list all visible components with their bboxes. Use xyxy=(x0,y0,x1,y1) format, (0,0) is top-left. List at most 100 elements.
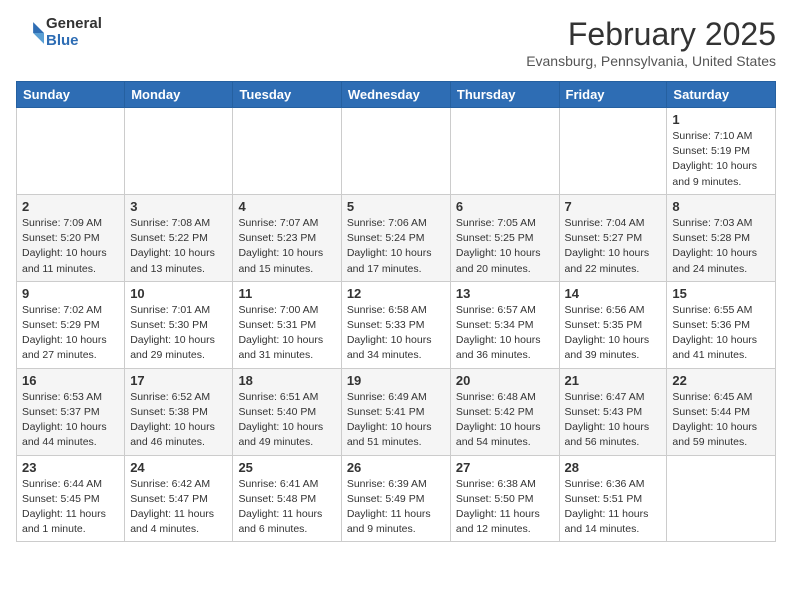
day-info: Sunrise: 7:01 AM Sunset: 5:30 PM Dayligh… xyxy=(130,304,215,362)
day-info: Sunrise: 6:49 AM Sunset: 5:41 PM Dayligh… xyxy=(347,391,432,449)
calendar-week-row: 2Sunrise: 7:09 AM Sunset: 5:20 PM Daylig… xyxy=(17,194,776,281)
day-info: Sunrise: 7:06 AM Sunset: 5:24 PM Dayligh… xyxy=(347,217,432,275)
calendar-header-row: SundayMondayTuesdayWednesdayThursdayFrid… xyxy=(17,82,776,108)
day-info: Sunrise: 6:45 AM Sunset: 5:44 PM Dayligh… xyxy=(672,391,757,449)
calendar-week-row: 1 Sunrise: 7:10 AM Sunset: 5:19 PM Daylig… xyxy=(17,108,776,195)
calendar-cell: 7Sunrise: 7:04 AM Sunset: 5:27 PM Daylig… xyxy=(559,194,667,281)
calendar-table: SundayMondayTuesdayWednesdayThursdayFrid… xyxy=(16,81,776,542)
day-number: 15 xyxy=(672,286,770,301)
day-info: Sunrise: 7:07 AM Sunset: 5:23 PM Dayligh… xyxy=(238,217,323,275)
day-info: Sunrise: 6:47 AM Sunset: 5:43 PM Dayligh… xyxy=(565,391,650,449)
day-number: 7 xyxy=(565,199,662,214)
calendar-cell: 15 Sunrise: 6:55 AM Sunset: 5:36 PM Dayli… xyxy=(667,281,776,368)
calendar-cell: 11 Sunrise: 7:00 AM Sunset: 5:31 PM Dayli… xyxy=(233,281,341,368)
calendar-cell xyxy=(559,108,667,195)
day-info: Sunrise: 6:56 AM Sunset: 5:35 PM Dayligh… xyxy=(565,304,650,362)
day-info: Sunrise: 7:03 AM Sunset: 5:28 PM Dayligh… xyxy=(672,217,757,275)
day-info: Sunrise: 7:08 AM Sunset: 5:22 PM Dayligh… xyxy=(130,217,215,275)
day-number: 27 xyxy=(456,460,554,475)
calendar-cell: 26 Sunrise: 6:39 AM Sunset: 5:49 PM Dayli… xyxy=(341,455,450,542)
day-info: Sunrise: 6:52 AM Sunset: 5:38 PM Dayligh… xyxy=(130,391,215,449)
calendar-cell: 18Sunrise: 6:51 AM Sunset: 5:40 PM Dayli… xyxy=(233,368,341,455)
day-number: 1 xyxy=(672,112,770,127)
day-number: 17 xyxy=(130,373,227,388)
day-number: 12 xyxy=(347,286,445,301)
day-number: 14 xyxy=(565,286,662,301)
day-number: 25 xyxy=(238,460,335,475)
location-subtitle: Evansburg, Pennsylvania, United States xyxy=(526,53,776,69)
day-number: 20 xyxy=(456,373,554,388)
calendar-cell: 8 Sunrise: 7:03 AM Sunset: 5:28 PM Daylig… xyxy=(667,194,776,281)
calendar-cell: 14 Sunrise: 6:56 AM Sunset: 5:35 PM Dayli… xyxy=(559,281,667,368)
day-info: Sunrise: 6:48 AM Sunset: 5:42 PM Dayligh… xyxy=(456,391,541,449)
day-info: Sunrise: 6:53 AM Sunset: 5:37 PM Dayligh… xyxy=(22,391,107,449)
calendar-cell xyxy=(341,108,450,195)
calendar-cell: 2Sunrise: 7:09 AM Sunset: 5:20 PM Daylig… xyxy=(17,194,125,281)
col-header-tuesday: Tuesday xyxy=(233,82,341,108)
day-number: 24 xyxy=(130,460,227,475)
day-info: Sunrise: 6:57 AM Sunset: 5:34 PM Dayligh… xyxy=(456,304,541,362)
calendar-cell: 28 Sunrise: 6:36 AM Sunset: 5:51 PM Dayli… xyxy=(559,455,667,542)
calendar-cell: 25 Sunrise: 6:41 AM Sunset: 5:48 PM Dayli… xyxy=(233,455,341,542)
calendar-cell xyxy=(450,108,559,195)
col-header-sunday: Sunday xyxy=(17,82,125,108)
day-info: Sunrise: 7:09 AM Sunset: 5:20 PM Dayligh… xyxy=(22,217,107,275)
day-number: 28 xyxy=(565,460,662,475)
calendar-cell: 27 Sunrise: 6:38 AM Sunset: 5:50 PM Dayli… xyxy=(450,455,559,542)
day-info: Sunrise: 6:36 AM Sunset: 5:51 PM Dayligh… xyxy=(565,478,649,536)
calendar-cell xyxy=(17,108,125,195)
calendar-cell: 22Sunrise: 6:45 AM Sunset: 5:44 PM Dayli… xyxy=(667,368,776,455)
day-number: 3 xyxy=(130,199,227,214)
logo-blue-text: Blue xyxy=(46,33,102,50)
calendar-week-row: 16Sunrise: 6:53 AM Sunset: 5:37 PM Dayli… xyxy=(17,368,776,455)
day-number: 23 xyxy=(22,460,119,475)
day-number: 8 xyxy=(672,199,770,214)
calendar-cell: 21 Sunrise: 6:47 AM Sunset: 5:43 PM Dayli… xyxy=(559,368,667,455)
day-info: Sunrise: 6:58 AM Sunset: 5:33 PM Dayligh… xyxy=(347,304,432,362)
day-info: Sunrise: 6:44 AM Sunset: 5:45 PM Dayligh… xyxy=(22,478,106,536)
col-header-saturday: Saturday xyxy=(667,82,776,108)
calendar-cell: 3 Sunrise: 7:08 AM Sunset: 5:22 PM Daylig… xyxy=(125,194,233,281)
calendar-cell xyxy=(233,108,341,195)
calendar-cell: 1 Sunrise: 7:10 AM Sunset: 5:19 PM Daylig… xyxy=(667,108,776,195)
day-number: 19 xyxy=(347,373,445,388)
logo-general-text: General xyxy=(46,16,102,33)
logo: General Blue xyxy=(16,16,102,49)
day-number: 10 xyxy=(130,286,227,301)
calendar-cell: 9Sunrise: 7:02 AM Sunset: 5:29 PM Daylig… xyxy=(17,281,125,368)
page-header: General Blue February 2025 Evansburg, Pe… xyxy=(16,16,776,69)
col-header-wednesday: Wednesday xyxy=(341,82,450,108)
logo-icon xyxy=(16,19,44,47)
day-number: 26 xyxy=(347,460,445,475)
calendar-cell: 10 Sunrise: 7:01 AM Sunset: 5:30 PM Dayli… xyxy=(125,281,233,368)
day-info: Sunrise: 7:05 AM Sunset: 5:25 PM Dayligh… xyxy=(456,217,541,275)
day-number: 18 xyxy=(238,373,335,388)
col-header-monday: Monday xyxy=(125,82,233,108)
calendar-cell xyxy=(125,108,233,195)
calendar-cell: 19 Sunrise: 6:49 AM Sunset: 5:41 PM Dayli… xyxy=(341,368,450,455)
day-number: 21 xyxy=(565,373,662,388)
day-number: 4 xyxy=(238,199,335,214)
day-info: Sunrise: 6:38 AM Sunset: 5:50 PM Dayligh… xyxy=(456,478,540,536)
month-year-title: February 2025 xyxy=(526,16,776,53)
calendar-cell: 6Sunrise: 7:05 AM Sunset: 5:25 PM Daylig… xyxy=(450,194,559,281)
day-number: 11 xyxy=(238,286,335,301)
day-info: Sunrise: 7:00 AM Sunset: 5:31 PM Dayligh… xyxy=(238,304,323,362)
calendar-cell: 12 Sunrise: 6:58 AM Sunset: 5:33 PM Dayli… xyxy=(341,281,450,368)
calendar-cell: 5 Sunrise: 7:06 AM Sunset: 5:24 PM Daylig… xyxy=(341,194,450,281)
day-info: Sunrise: 6:39 AM Sunset: 5:49 PM Dayligh… xyxy=(347,478,431,536)
day-info: Sunrise: 6:41 AM Sunset: 5:48 PM Dayligh… xyxy=(238,478,322,536)
day-info: Sunrise: 7:10 AM Sunset: 5:19 PM Dayligh… xyxy=(672,130,757,188)
calendar-cell: 4 Sunrise: 7:07 AM Sunset: 5:23 PM Daylig… xyxy=(233,194,341,281)
day-info: Sunrise: 7:02 AM Sunset: 5:29 PM Dayligh… xyxy=(22,304,107,362)
calendar-cell: 24Sunrise: 6:42 AM Sunset: 5:47 PM Dayli… xyxy=(125,455,233,542)
col-header-friday: Friday xyxy=(559,82,667,108)
calendar-cell: 16Sunrise: 6:53 AM Sunset: 5:37 PM Dayli… xyxy=(17,368,125,455)
calendar-cell: 13 Sunrise: 6:57 AM Sunset: 5:34 PM Dayli… xyxy=(450,281,559,368)
calendar-cell: 20 Sunrise: 6:48 AM Sunset: 5:42 PM Dayli… xyxy=(450,368,559,455)
day-number: 13 xyxy=(456,286,554,301)
calendar-cell: 23 Sunrise: 6:44 AM Sunset: 5:45 PM Dayli… xyxy=(17,455,125,542)
calendar-cell: 17 Sunrise: 6:52 AM Sunset: 5:38 PM Dayli… xyxy=(125,368,233,455)
day-info: Sunrise: 6:55 AM Sunset: 5:36 PM Dayligh… xyxy=(672,304,757,362)
day-number: 5 xyxy=(347,199,445,214)
